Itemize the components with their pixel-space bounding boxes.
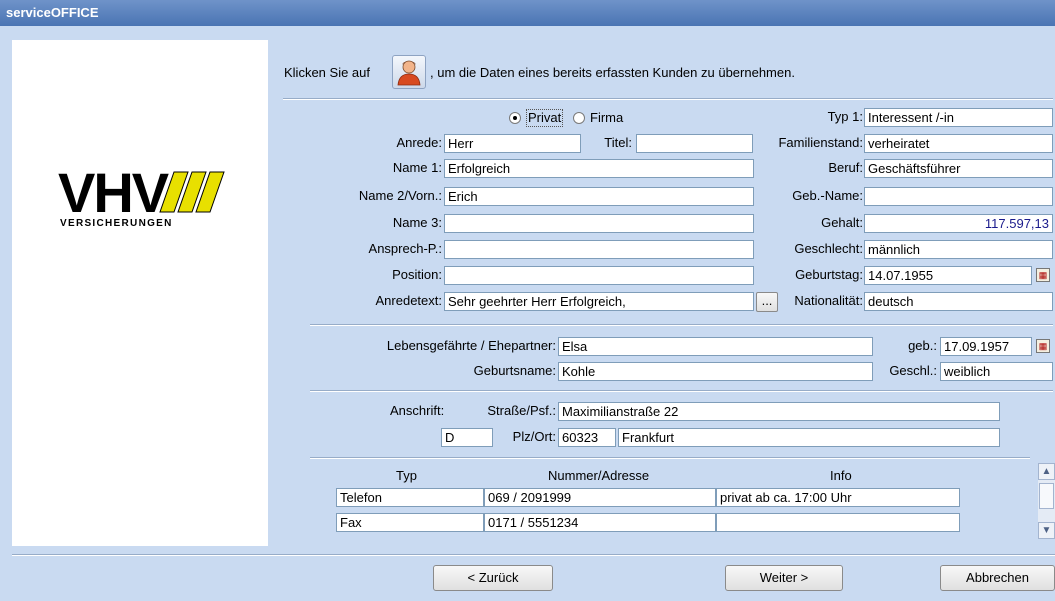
logo-main-text: VHV [58, 161, 169, 224]
name3-field[interactable] [444, 214, 754, 233]
next-button[interactable]: Weiter > [725, 565, 843, 591]
gehalt-label: Gehalt: [821, 215, 863, 230]
separator-top [283, 98, 1053, 100]
vhv-logo: VHV VERSICHERUNGEN [58, 161, 225, 229]
scroll-thumb[interactable] [1039, 483, 1054, 509]
contacts-header-info: Info [830, 468, 852, 483]
anredetext-label: Anredetext: [375, 293, 443, 308]
contact-row2-info[interactable] [716, 513, 960, 532]
land-field[interactable]: D [441, 428, 493, 447]
partner-geschl-field[interactable]: weiblich [940, 362, 1053, 381]
geburtstag-calendar-icon[interactable]: ▦ [1036, 268, 1050, 282]
gehalt-field[interactable]: 117.597,13 [864, 214, 1053, 233]
intro-prefix: Klicken Sie auf [284, 65, 370, 80]
geschlecht-label: Geschlecht: [794, 241, 863, 256]
contacts-header-nummer: Nummer/Adresse [548, 468, 650, 483]
privat-radio[interactable] [509, 112, 521, 124]
logo-panel: VHV VERSICHERUNGEN [12, 40, 268, 546]
anrede-field[interactable]: Herr [444, 134, 581, 153]
contacts-scrollbar[interactable]: ▲ ▼ [1038, 463, 1055, 539]
contacts-header-typ: Typ [396, 468, 417, 483]
beruf-label: Beruf: [828, 160, 863, 175]
intro-suffix: , um die Daten eines bereits erfassten K… [430, 65, 795, 80]
separator-contacts [310, 457, 1030, 459]
familienstand-label: Familienstand: [778, 135, 863, 150]
plzort-label: Plz/Ort: [512, 429, 556, 444]
partner-geb-field[interactable]: 17.09.1957 [940, 337, 1032, 356]
geburtstag-label: Geburtstag: [795, 267, 863, 282]
name1-label: Name 1: [392, 160, 442, 175]
anschrift-label: Anschrift: [390, 403, 445, 418]
contact-row2-typ[interactable]: Fax [336, 513, 484, 532]
privat-radio-label[interactable]: Privat [526, 109, 564, 127]
partner-name-field[interactable]: Elsa [558, 337, 873, 356]
position-label: Position: [392, 267, 442, 282]
name2-label: Name 2/Vorn.: [358, 188, 442, 203]
logo-stripes [159, 171, 225, 213]
scroll-up-icon[interactable]: ▲ [1038, 463, 1055, 480]
geschlecht-field[interactable]: männlich [864, 240, 1053, 259]
contact-row1-info[interactable]: privat ab ca. 17:00 Uhr [716, 488, 960, 507]
plz-field[interactable]: 60323 [558, 428, 616, 447]
cancel-button[interactable]: Abbrechen [940, 565, 1055, 591]
gebname-label: Geb.-Name: [792, 188, 863, 203]
ansprech-label: Ansprech-P.: [368, 241, 442, 256]
geburtsname-field[interactable]: Kohle [558, 362, 873, 381]
ort-field[interactable]: Frankfurt [618, 428, 1000, 447]
contact-row1-nummer[interactable]: 069 / 2091999 [484, 488, 716, 507]
firma-radio[interactable] [573, 112, 585, 124]
partner-geb-calendar-icon[interactable]: ▦ [1036, 339, 1050, 353]
geburtstag-field[interactable]: 14.07.1955 [864, 266, 1032, 285]
separator-address [310, 390, 1053, 392]
partner-label: Lebensgefährte / Ehepartner: [386, 338, 556, 353]
titel-label: Titel: [604, 135, 632, 150]
firma-radio-label[interactable]: Firma [590, 109, 623, 127]
beruf-field[interactable]: Geschäftsführer [864, 159, 1053, 178]
typ1-label: Typ 1: [827, 109, 863, 124]
scroll-down-icon[interactable]: ▼ [1038, 522, 1055, 539]
strasse-label: Straße/Psf.: [487, 403, 556, 418]
customer-lookup-button[interactable] [392, 55, 426, 89]
typ1-field[interactable]: Interessent /-in [864, 108, 1053, 127]
nationalitaet-label: Nationalität: [794, 293, 863, 308]
contact-row1-typ[interactable]: Telefon [336, 488, 484, 507]
name2-field[interactable]: Erich [444, 187, 754, 206]
position-field[interactable] [444, 266, 754, 285]
anrede-label: Anrede: [396, 135, 442, 150]
partner-geschl-label: Geschl.: [889, 363, 937, 378]
separator-partner [310, 324, 1053, 326]
familienstand-field[interactable]: verheiratet [864, 134, 1053, 153]
gebname-field[interactable] [864, 187, 1053, 206]
back-button[interactable]: < Zurück [433, 565, 553, 591]
nationalitaet-field[interactable]: deutsch [864, 292, 1053, 311]
logo-sub-text: VERSICHERUNGEN [60, 218, 173, 229]
anredetext-field[interactable]: Sehr geehrter Herr Erfolgreich, [444, 292, 754, 311]
geburtsname-label: Geburtsname: [473, 363, 556, 378]
name1-field[interactable]: Erfolgreich [444, 159, 754, 178]
partner-geb-label: geb.: [908, 338, 937, 353]
ansprech-field[interactable] [444, 240, 754, 259]
contact-row2-nummer[interactable]: 0171 / 5551234 [484, 513, 716, 532]
window-title: serviceOFFICE [0, 0, 1055, 26]
name3-label: Name 3: [392, 215, 442, 230]
person-icon [397, 60, 421, 86]
separator-bottom [12, 554, 1055, 556]
strasse-field[interactable]: Maximilianstraße 22 [558, 402, 1000, 421]
titel-field[interactable] [636, 134, 753, 153]
